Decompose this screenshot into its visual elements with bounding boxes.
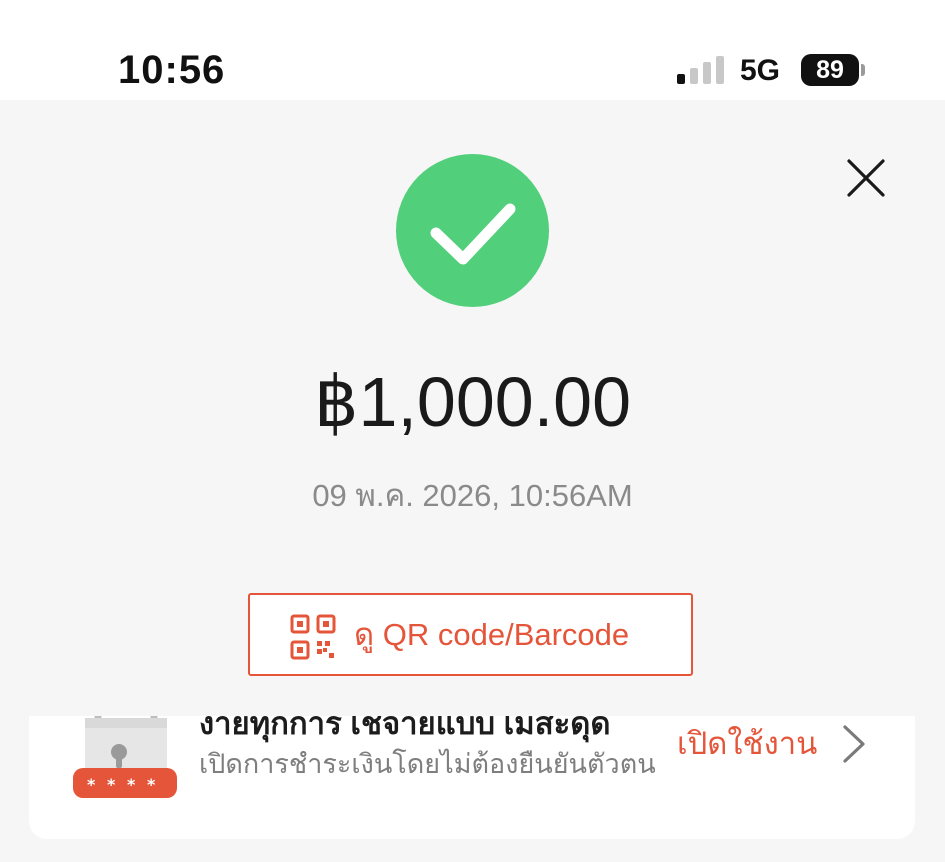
close-icon: [847, 159, 885, 197]
close-button[interactable]: [843, 155, 889, 201]
status-bar: 10:56 5G 89: [0, 0, 945, 100]
cellular-signal-icon: [677, 56, 725, 84]
svg-text:*: *: [127, 775, 136, 794]
chevron-right-icon[interactable]: [841, 724, 867, 764]
svg-text:*: *: [87, 775, 96, 794]
promo-card[interactable]: * * * * งายทุกการ เชจายแบบ เมสะดุด เปิดก…: [29, 716, 915, 839]
lock-icon: * * * *: [73, 716, 177, 798]
battery-cap-icon: [861, 64, 865, 76]
success-check-icon: [396, 154, 549, 307]
payment-datetime: 09 พ.ค. 2026, 10:56AM: [312, 478, 633, 513]
enable-button[interactable]: เปิดใช้งาน: [677, 724, 817, 764]
network-type: 5G: [740, 54, 781, 87]
qr-code-icon: [290, 614, 336, 660]
promo-title: งายทุกการ เชจายแบบ เมสะดุด: [199, 716, 611, 741]
status-time: 10:56: [118, 48, 226, 92]
view-qr-barcode-label: ดู QR code/Barcode: [354, 617, 630, 652]
svg-text:*: *: [147, 775, 156, 794]
view-qr-barcode-button[interactable]: ดู QR code/Barcode: [248, 593, 693, 676]
payment-amount: ฿1,000.00: [313, 363, 632, 441]
battery-level: 89: [801, 54, 859, 86]
promo-subtitle: เปิดการชำระเงินโดยไม่ต้องยืนยันตัวตน: [199, 749, 656, 779]
svg-text:*: *: [107, 775, 116, 794]
